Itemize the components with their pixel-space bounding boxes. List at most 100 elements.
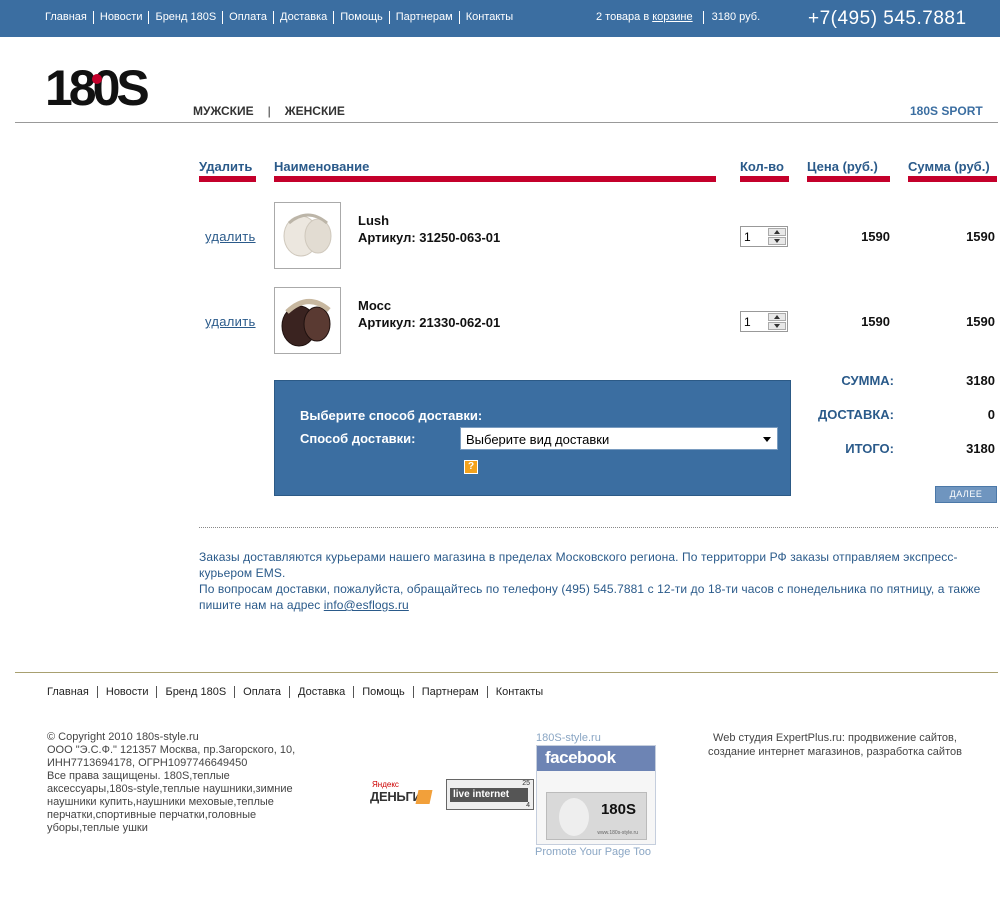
footer-nav: Главная Новости Бренд 180S Оплата Достав… — [42, 686, 551, 698]
liveinternet-counter[interactable]: 25 live internet 4 — [446, 779, 534, 810]
row-sum-2: 1590 — [966, 314, 995, 329]
price-1: 1590 — [861, 229, 890, 244]
logo-text: 180S — [45, 60, 148, 112]
quantity-stepper-1[interactable]: 1 — [740, 226, 788, 247]
copyright-line-3: ИНН7713694178, ОГРН1097746649450 — [47, 757, 248, 769]
header-underline-qty — [740, 176, 789, 182]
top-nav-partners[interactable]: Партнерам — [388, 11, 459, 24]
price-2: 1590 — [861, 314, 890, 329]
model-photo-icon — [559, 798, 589, 836]
product-article: Артикул: 31250-063-01 — [358, 230, 501, 245]
footer-nav-help[interactable]: Помощь — [353, 686, 413, 698]
footer-nav-news[interactable]: Новости — [96, 686, 157, 698]
facebook-site-text: www.180s-style.ru — [597, 830, 638, 836]
facebook-promo-link[interactable]: Promote Your Page Too — [535, 846, 651, 858]
counter-number-2: 4 — [526, 802, 530, 809]
delivery-cost-label: ДОСТАВКА: — [818, 407, 894, 422]
delivery-info: Заказы доставляются курьерами нашего маг… — [199, 549, 994, 613]
copyright-line-1: © Copyright 2010 180s-style.ru — [47, 731, 199, 743]
header-qty: Кол-во — [740, 159, 784, 174]
facebook-caption[interactable]: 180S-style.ru — [536, 732, 601, 744]
quantity-value: 1 — [744, 315, 751, 329]
phone-number: +7(495) 545.7881 — [808, 8, 967, 29]
footer-nav-delivery[interactable]: Доставка — [289, 686, 353, 698]
copyright-line-4: Все права защищены. 180S,теплые аксессуа… — [47, 770, 293, 834]
yandex-money-badge[interactable]: Яндекс ДЕНЬГИ — [370, 780, 435, 810]
top-nav-contacts[interactable]: Контакты — [458, 11, 520, 24]
facebook-logo-text: 180S — [600, 801, 636, 818]
delivery-label: Способ доставки: — [300, 431, 416, 446]
header-divider — [15, 122, 998, 123]
facebook-page-image: 180S www.180s-style.ru — [546, 792, 647, 840]
category-women[interactable]: ЖЕНСКИЕ — [285, 104, 345, 118]
next-button[interactable]: ДАЛЕЕ — [935, 486, 997, 503]
delivery-info-line-1: Заказы доставляются курьерами нашего маг… — [199, 550, 958, 580]
help-icon[interactable]: ? — [464, 460, 478, 474]
product-title: Мосс — [358, 298, 392, 313]
delivery-info-line-2: По вопросам доставки, пожалуйста, обраща… — [199, 582, 981, 612]
footer-nav-partners[interactable]: Партнерам — [412, 686, 487, 698]
total-label: ИТОГО: — [845, 441, 894, 456]
yandex-main-text: ДЕНЬГИ — [370, 789, 422, 804]
header-delete: Удалить — [199, 159, 253, 174]
footer-nav-payment[interactable]: Оплата — [234, 686, 289, 698]
contact-email-link[interactable]: info@esflogs.ru — [324, 598, 409, 612]
footer-nav-contacts[interactable]: Контакты — [486, 686, 552, 698]
quantity-stepper-2[interactable]: 1 — [740, 311, 788, 332]
copyright-line-2: ООО "Э.С.Ф." 121357 Москва, пр.Загорског… — [47, 744, 296, 756]
spin-down-icon[interactable] — [768, 322, 786, 330]
wallet-icon — [415, 790, 433, 804]
liveinternet-label: live internet — [450, 788, 528, 802]
delete-item-2-link[interactable]: удалить — [205, 314, 256, 329]
cart-link[interactable]: корзине — [652, 11, 692, 24]
counter-number-1: 25 — [522, 780, 530, 787]
sum-label: СУММА: — [841, 373, 894, 388]
facebook-badge[interactable]: facebook 180S www.180s-style.ru — [536, 745, 656, 845]
product-title: Lush — [358, 213, 390, 228]
facebook-brand: facebook — [537, 746, 655, 771]
sum-value: 3180 — [966, 373, 995, 388]
header-name: Наименование — [274, 159, 370, 174]
site-logo[interactable]: 180S — [45, 57, 152, 116]
cart-sum: 3180 руб. — [702, 11, 760, 24]
spin-up-icon[interactable] — [768, 228, 786, 236]
delete-item-1-link[interactable]: удалить — [205, 229, 256, 244]
spin-down-icon[interactable] — [768, 237, 786, 245]
product-image-moss[interactable] — [274, 287, 341, 354]
delivery-method-select[interactable]: Выберите вид доставки — [460, 427, 778, 450]
footer-divider — [15, 672, 998, 673]
dropdown-arrow-icon — [763, 437, 771, 442]
logo-dot-icon — [92, 74, 102, 84]
header-price: Цена (руб.) — [807, 159, 878, 174]
top-nav-news[interactable]: Новости — [92, 11, 149, 24]
product-article: Артикул: 21330-062-01 — [358, 315, 501, 330]
top-nav: Главная Новости Бренд 180S Оплата Достав… — [40, 11, 519, 24]
header-underline-delete — [199, 176, 256, 182]
header-sum: Сумма (руб.) — [908, 159, 990, 174]
cart-summary: 2 товара в корзине 3180 руб. — [596, 11, 760, 24]
header-underline-sum — [908, 176, 997, 182]
studio-line-1: Web студия ExpertPlus.ru: продвижение са… — [713, 732, 957, 744]
dotted-divider — [199, 527, 998, 528]
top-nav-payment[interactable]: Оплата — [222, 11, 273, 24]
footer-nav-home[interactable]: Главная — [42, 686, 97, 698]
top-nav-delivery[interactable]: Доставка — [273, 11, 333, 24]
spin-up-icon[interactable] — [768, 313, 786, 321]
studio-line-2: создание интернет магазинов, разработка … — [708, 746, 962, 758]
top-nav-brand[interactable]: Бренд 180S — [148, 11, 222, 24]
delivery-title: Выберите способ доставки: — [300, 408, 483, 423]
yandex-top-text: Яндекс — [372, 780, 399, 789]
product-image-lush[interactable] — [274, 202, 341, 269]
web-studio-credit[interactable]: Web студия ExpertPlus.ru: продвижение са… — [690, 731, 980, 759]
delivery-panel: Выберите способ доставки: Способ доставк… — [274, 380, 791, 496]
category-men[interactable]: МУЖСКИЕ — [193, 104, 254, 118]
product-name-2: Мосс Артикул: 21330-062-01 — [358, 297, 500, 331]
cart-count-text: 2 товара в — [596, 11, 650, 23]
row-sum-1: 1590 — [966, 229, 995, 244]
top-nav-help[interactable]: Помощь — [333, 11, 389, 24]
top-bar: Главная Новости Бренд 180S Оплата Достав… — [0, 0, 1000, 37]
footer-nav-brand[interactable]: Бренд 180S — [156, 686, 234, 698]
product-name-1: Lush Артикул: 31250-063-01 — [358, 212, 500, 246]
top-nav-home[interactable]: Главная — [40, 11, 93, 24]
sport-link[interactable]: 180S SPORT — [910, 104, 983, 118]
